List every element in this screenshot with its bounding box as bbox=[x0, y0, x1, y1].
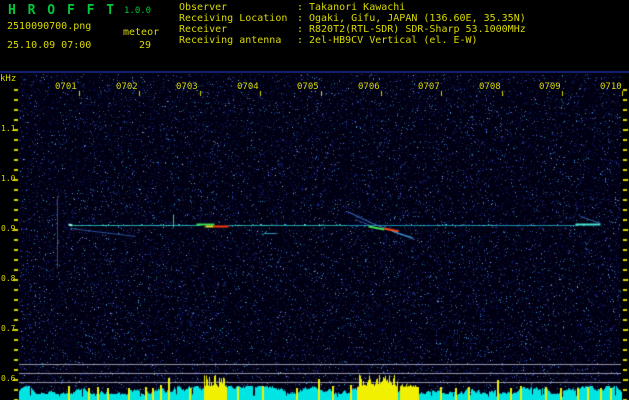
info-row-receiver: Receiver: R820T2(RTL-SDR) SDR-Sharp 53.10… bbox=[179, 24, 526, 35]
freq-tick-label: 0.6 bbox=[1, 374, 16, 383]
observer-info-block: Observer: Takanori Kawachi Receiving Loca… bbox=[179, 2, 526, 46]
freq-axis-unit: kHz bbox=[0, 74, 17, 84]
time-tick-label: 0701 bbox=[55, 82, 77, 92]
info-row-location: Receiving Location: Ogaki, Gifu, JAPAN (1… bbox=[179, 13, 526, 24]
info-colon: : bbox=[297, 35, 304, 46]
info-value: 2el-HB9CV Vertical (el. E-W) bbox=[309, 35, 478, 46]
output-filename: 2510090700.png bbox=[7, 21, 92, 32]
app-version: 1.0.0 bbox=[124, 6, 152, 16]
info-colon: : bbox=[297, 24, 304, 35]
time-tick-label: 0705 bbox=[297, 82, 319, 92]
app-title: H R O F F T bbox=[8, 3, 117, 18]
info-label: Receiving Location bbox=[179, 13, 288, 24]
time-tick-label: 0704 bbox=[237, 82, 259, 92]
observation-datetime: 25.10.09 07:00 bbox=[7, 40, 92, 51]
info-value: Ogaki, Gifu, JAPAN (136.60E, 35.35N) bbox=[309, 13, 526, 24]
time-tick-label: 0702 bbox=[116, 82, 138, 92]
freq-tick-label: 1.0 bbox=[1, 174, 16, 183]
time-tick-label: 0703 bbox=[176, 82, 198, 92]
time-tick-label: 0707 bbox=[418, 82, 440, 92]
info-row-observer: Observer: Takanori Kawachi bbox=[179, 2, 526, 13]
freq-tick-label: 1.1 bbox=[1, 124, 16, 133]
time-tick-label: 0706 bbox=[358, 82, 380, 92]
freq-tick-label: 0.7 bbox=[1, 324, 16, 333]
freq-tick-label: 0.9 bbox=[1, 224, 16, 233]
mode-label: meteor bbox=[123, 27, 160, 38]
time-tick-label: 0709 bbox=[539, 82, 561, 92]
info-label: Receiving antenna bbox=[179, 35, 282, 46]
freq-tick-label: 0.8 bbox=[1, 274, 16, 283]
info-label: Receiver bbox=[179, 24, 228, 35]
time-tick-label: 0708 bbox=[479, 82, 501, 92]
hrofft-screenshot: H R O F F T 1.0.0 2510090700.png meteor … bbox=[0, 0, 629, 400]
info-row-antenna: Receiving antenna:2el-HB9CV Vertical (el… bbox=[179, 35, 526, 46]
info-label: Observer bbox=[179, 2, 228, 13]
info-colon: : bbox=[297, 13, 304, 24]
spectrogram-canvas bbox=[0, 0, 629, 400]
info-colon: : bbox=[297, 2, 304, 13]
meteor-count: 29 bbox=[139, 40, 152, 51]
info-value: Takanori Kawachi bbox=[309, 2, 406, 13]
time-tick-label: 0710 bbox=[600, 82, 622, 92]
info-value: R820T2(RTL-SDR) SDR-Sharp 53.1000MHz bbox=[309, 24, 526, 35]
